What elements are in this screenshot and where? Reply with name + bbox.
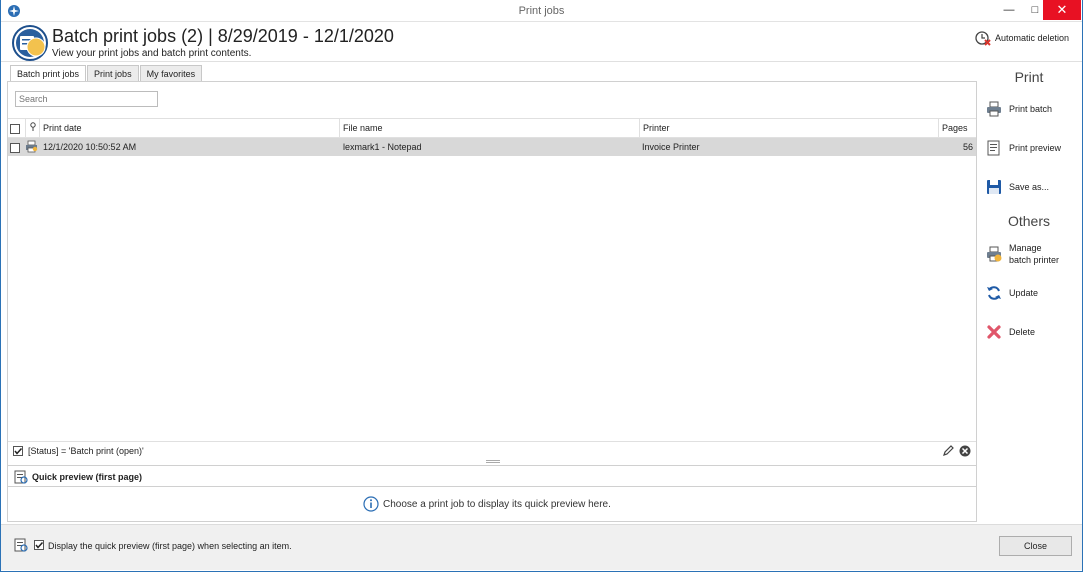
- column-header-print-date[interactable]: Print date: [39, 119, 339, 138]
- filter-expression: [Status] = 'Batch print (open)': [28, 446, 144, 456]
- search-input[interactable]: [15, 91, 158, 107]
- print-preview-icon: [987, 140, 1000, 156]
- column-header-pages[interactable]: Pages: [938, 119, 976, 138]
- tab-my-favorites[interactable]: My favorites: [139, 65, 203, 82]
- manage-label-line-1: Manage: [1009, 243, 1042, 253]
- cell-pages: 56: [962, 142, 973, 152]
- floppy-disk-icon: [987, 180, 1001, 194]
- printer-icon: [987, 101, 1001, 117]
- page-subtitle: View your print jobs and batch print con…: [52, 48, 252, 59]
- row-icon-cell: [25, 140, 38, 158]
- save-as-label: Save as...: [1009, 182, 1050, 192]
- dialog-footer: Display the quick preview (first page) w…: [1, 524, 1082, 570]
- print-job-icon: [26, 140, 38, 153]
- quick-preview-title: Quick preview (first page): [32, 472, 143, 482]
- quick-preview-message-text: Choose a print job to display its quick …: [383, 498, 611, 510]
- row-checkbox-cell: [10, 138, 20, 156]
- tab-print-jobs[interactable]: Print jobs: [87, 65, 139, 82]
- quick-preview-header: Quick preview (first page): [8, 465, 976, 487]
- table-row[interactable]: 12/1/2020 10:50:52 AM lexmark1 - Notepad…: [8, 138, 976, 156]
- manage-batch-printer-button[interactable]: Manage batch printer: [986, 242, 1078, 266]
- quick-preview-body: Choose a print job to display its quick …: [8, 487, 976, 521]
- info-icon: [363, 496, 379, 512]
- print-preview-label: Print preview: [1009, 143, 1062, 153]
- cell-print-date: 12/1/2020 10:50:52 AM: [43, 142, 137, 152]
- cell-file-name: lexmark1 - Notepad: [343, 142, 422, 152]
- automatic-deletion-label: Automatic deletion: [995, 33, 1070, 43]
- batch-print-logo-icon: [12, 25, 48, 61]
- select-all-cell: [8, 119, 25, 138]
- quick-preview-checkbox[interactable]: [34, 540, 44, 550]
- automatic-deletion-button[interactable]: Automatic deletion: [975, 30, 1069, 46]
- close-window-button[interactable]: ✕: [1043, 0, 1081, 20]
- page-title: Batch print jobs (2) | 8/29/2019 - 12/1/…: [52, 26, 394, 46]
- window-title: Print jobs: [518, 5, 565, 17]
- print-jobs-window: Print jobs — □ ✕ Batch print jobs (2) | …: [0, 0, 1083, 572]
- row-checkbox[interactable]: [10, 142, 20, 153]
- close-button[interactable]: Close: [999, 536, 1072, 556]
- print-preview-button[interactable]: Print preview: [986, 140, 1078, 156]
- grid-header: Print date File name Printer Pages: [8, 118, 976, 138]
- page-header: Batch print jobs (2) | 8/29/2019 - 12/1/…: [1, 22, 1082, 62]
- minimize-button[interactable]: —: [995, 0, 1023, 20]
- cell-printer: Invoice Printer: [642, 142, 700, 152]
- edit-filter-icon[interactable]: [942, 445, 954, 457]
- manage-batch-printer-label: Manage batch printer: [1009, 242, 1059, 266]
- update-button[interactable]: Update: [986, 285, 1078, 301]
- view-tabs: Batch print jobs Print jobs My favorites: [10, 65, 203, 83]
- refresh-icon: [987, 286, 1001, 300]
- manage-label-line-2: batch printer: [1009, 255, 1060, 265]
- update-label: Update: [1009, 288, 1039, 298]
- column-header-printer[interactable]: Printer: [639, 119, 939, 138]
- quick-preview-message: Choose a print job to display its quick …: [363, 496, 611, 512]
- title-bar[interactable]: Print jobs — □ ✕: [1, 0, 1082, 22]
- batch-printer-icon: [987, 246, 1002, 262]
- actions-sidebar: Print Print batch Print preview Save as.…: [979, 62, 1082, 522]
- column-header-file-name[interactable]: File name: [339, 119, 639, 138]
- delete-button[interactable]: Delete: [986, 324, 1078, 340]
- print-batch-button[interactable]: Print batch: [986, 101, 1078, 117]
- filter-enabled-checkbox[interactable]: [13, 446, 23, 456]
- quick-preview-checkbox-label: Display the quick preview (first page) w…: [48, 541, 292, 551]
- panel-splitter[interactable]: [486, 460, 500, 463]
- quick-preview-page-icon: [14, 538, 28, 552]
- clear-filter-icon[interactable]: [959, 445, 971, 457]
- print-section-heading: Print: [1014, 69, 1044, 85]
- checkmark-icon: [14, 447, 23, 455]
- jobs-panel: Print date File name Printer Pages 12/1/…: [7, 81, 977, 522]
- others-section-heading: Others: [1007, 213, 1050, 229]
- active-filter-bar: [Status] = 'Batch print (open)': [8, 441, 976, 460]
- delete-x-icon: [987, 325, 1001, 339]
- delete-label: Delete: [1009, 327, 1036, 337]
- print-batch-label: Print batch: [1009, 104, 1053, 114]
- clock-delete-icon: [975, 31, 991, 46]
- preview-page-icon: [14, 470, 28, 484]
- checkmark-icon: [35, 541, 44, 549]
- pin-icon: [30, 122, 36, 131]
- save-as-button[interactable]: Save as...: [986, 179, 1078, 195]
- select-all-checkbox[interactable]: [10, 123, 20, 134]
